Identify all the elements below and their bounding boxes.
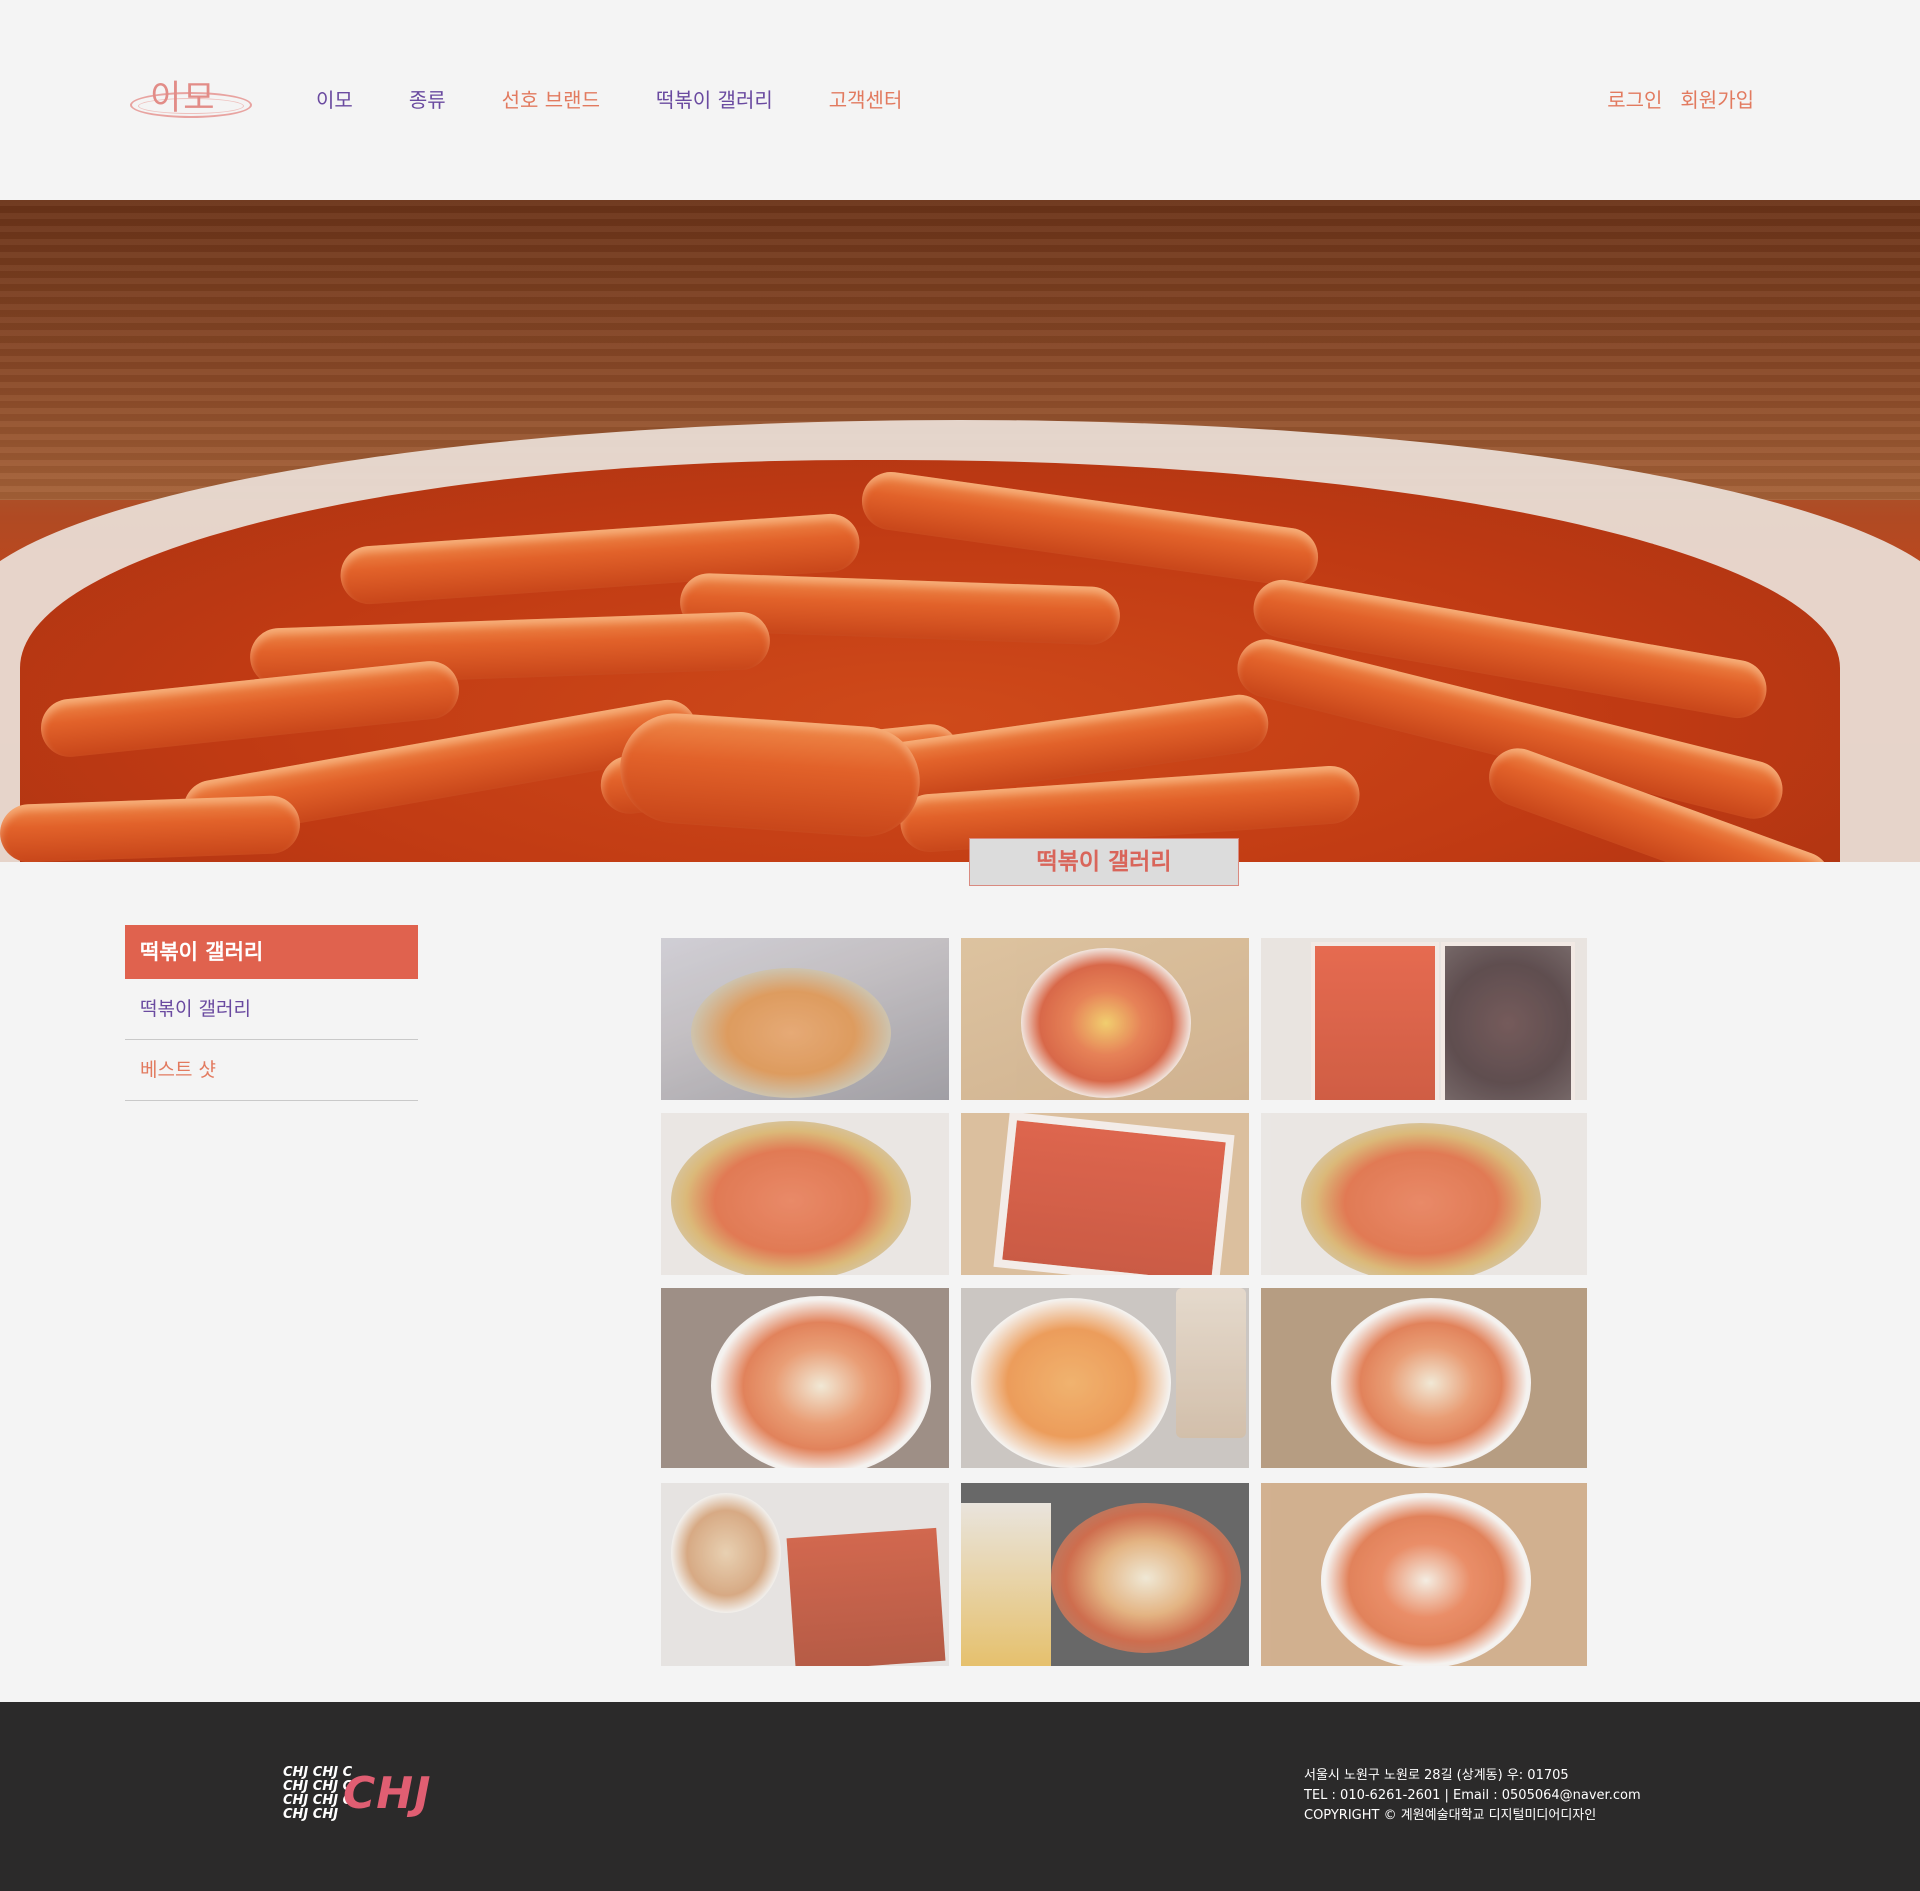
- gallery-photo[interactable]: [661, 1113, 949, 1275]
- hero-banner: [0, 200, 1920, 862]
- footer-info: 서울시 노원구 노원로 28길 (상계동) 우: 01705 TEL : 010…: [1304, 1766, 1641, 1826]
- site-logo[interactable]: 이모: [128, 70, 256, 124]
- photo-pot: [671, 1121, 911, 1275]
- logo-text: 이모: [150, 78, 217, 118]
- gallery-photo[interactable]: [661, 1483, 949, 1666]
- gallery-photo[interactable]: [661, 938, 949, 1100]
- gallery-photo[interactable]: [961, 1288, 1249, 1468]
- photo-tray-dark: [1441, 942, 1575, 1100]
- footer-logo: CHJ CHJ C CHJ CHJ C CHJ CHJ C CHJ CHJ CH…: [283, 1766, 453, 1822]
- photo-cup: [671, 1493, 781, 1613]
- footer-logo-text: CHJ: [343, 1768, 432, 1819]
- photo-glass: [1176, 1288, 1246, 1438]
- nav-item-gallery[interactable]: 떡볶이 갤러리: [656, 84, 773, 113]
- sidebar-item-gallery[interactable]: 떡볶이 갤러리: [125, 979, 418, 1040]
- photo-bowl: [1321, 1493, 1531, 1666]
- footer-contact: TEL : 010-6261-2601 | Email : 0505064@na…: [1304, 1788, 1641, 1803]
- photo-pot: [1051, 1503, 1241, 1653]
- nav-item-support[interactable]: 고객센터: [829, 84, 903, 113]
- photo-plate: [971, 1298, 1171, 1468]
- auth-links: 로그인 회원가입: [1607, 84, 1754, 113]
- gallery-photo[interactable]: [661, 1288, 949, 1468]
- rice-cake: [0, 794, 301, 862]
- footer-copyright: COPYRIGHT © 계원예술대학교 디지털미디어디자인: [1304, 1808, 1597, 1823]
- footer-logo-pattern: CHJ CHJ C CHJ CHJ C CHJ CHJ C CHJ CHJ: [283, 1765, 353, 1822]
- site-footer: CHJ CHJ C CHJ CHJ C CHJ CHJ C CHJ CHJ CH…: [0, 1702, 1920, 1891]
- main-nav: 이모 종류 선호 브랜드 떡볶이 갤러리 고객센터: [316, 84, 958, 113]
- photo-pot: [691, 968, 891, 1098]
- page-title: 떡볶이 갤러리: [969, 838, 1239, 886]
- gallery-photo[interactable]: [961, 1113, 1249, 1275]
- nav-item-brands[interactable]: 선호 브랜드: [502, 84, 600, 113]
- photo-tray-red: [786, 1527, 946, 1666]
- site-header: 이모 이모 종류 선호 브랜드 떡볶이 갤러리 고객센터 로그인 회원가입: [0, 0, 1920, 200]
- gallery-photo[interactable]: [1261, 1288, 1587, 1468]
- sidebar: 떡볶이 갤러리 떡볶이 갤러리 베스트 샷: [125, 925, 418, 1101]
- photo-pot: [1301, 1123, 1541, 1275]
- gallery-photo[interactable]: [1261, 938, 1587, 1100]
- photo-tray-red: [993, 1113, 1235, 1275]
- photo-fries: [961, 1503, 1051, 1666]
- photo-tray-red: [1311, 942, 1439, 1100]
- sidebar-heading: 떡볶이 갤러리: [125, 925, 418, 979]
- login-link[interactable]: 로그인: [1607, 84, 1662, 113]
- nav-item-imo[interactable]: 이모: [316, 84, 353, 113]
- rice-cake: [616, 709, 924, 841]
- photo-bowl: [711, 1296, 931, 1468]
- sidebar-item-best-shot[interactable]: 베스트 샷: [125, 1040, 418, 1101]
- photo-gallery: [661, 938, 1587, 1666]
- signup-link[interactable]: 회원가입: [1680, 84, 1754, 113]
- gallery-photo[interactable]: [961, 1483, 1249, 1666]
- gallery-photo[interactable]: [1261, 1113, 1587, 1275]
- photo-bowl: [1331, 1298, 1531, 1468]
- nav-item-types[interactable]: 종류: [409, 84, 446, 113]
- gallery-photo[interactable]: [961, 938, 1249, 1100]
- footer-address: 서울시 노원구 노원로 28길 (상계동) 우: 01705: [1304, 1768, 1569, 1783]
- gallery-photo[interactable]: [1261, 1483, 1587, 1666]
- photo-plate: [1021, 948, 1191, 1098]
